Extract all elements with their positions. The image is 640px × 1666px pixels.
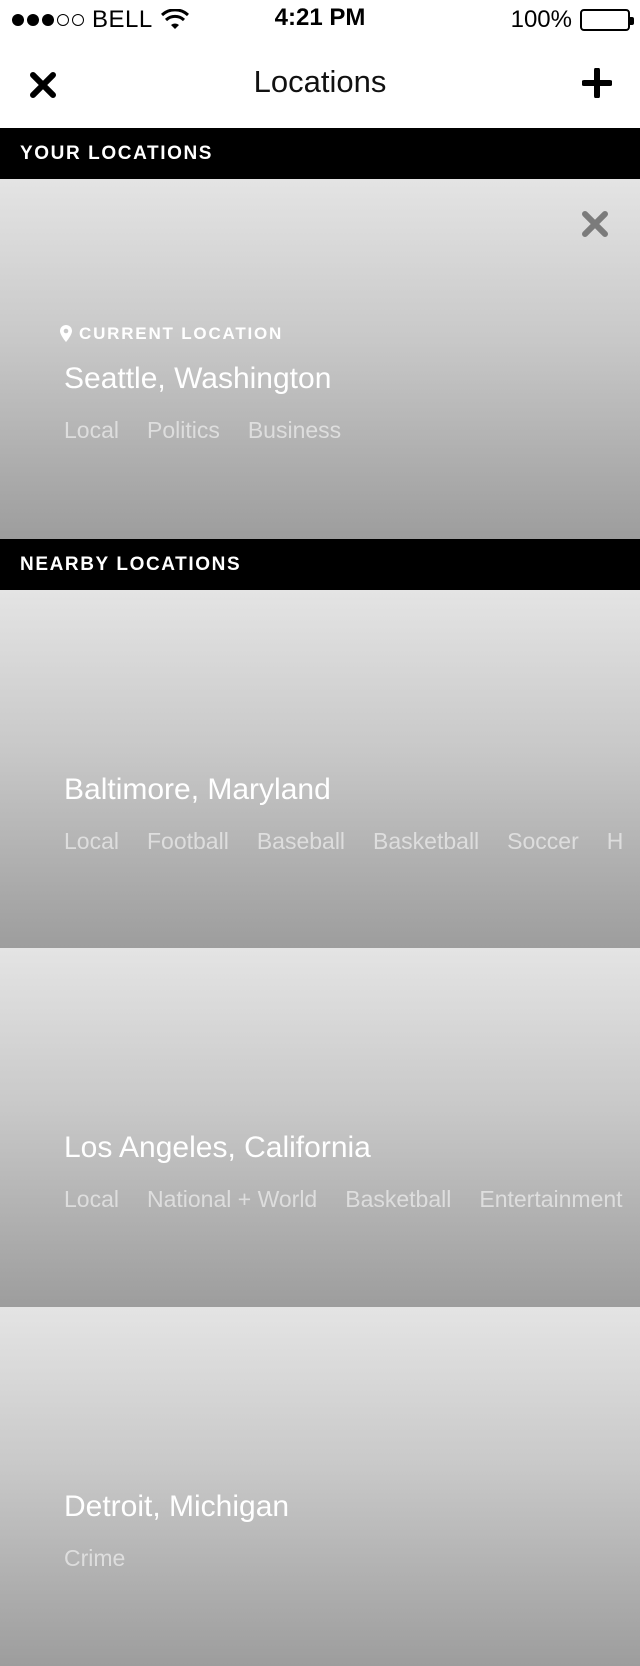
topic-tag[interactable]: H	[607, 828, 624, 855]
topic-tag[interactable]: Local	[64, 417, 119, 444]
topic-tag[interactable]: Local	[64, 1186, 119, 1213]
location-card[interactable]: Baltimore, Maryland Local Football Baseb…	[0, 590, 640, 948]
topic-tag[interactable]: Football	[147, 828, 229, 855]
section-header-nearby-locations: NEARBY LOCATIONS	[0, 539, 640, 590]
city-name: Detroit, Michigan	[64, 1490, 290, 1523]
status-bar: BELL 4:21 PM 100%	[0, 0, 640, 40]
nav-bar: Locations	[0, 40, 640, 128]
topic-list: Local Politics Business	[64, 417, 341, 444]
topic-tag[interactable]: National + World	[147, 1186, 317, 1213]
location-pin-icon	[60, 325, 72, 342]
topic-list: Crime	[64, 1545, 125, 1572]
topic-list: Local Football Baseball Basketball Socce…	[64, 828, 623, 855]
location-card[interactable]: Los Angeles, California Local National +…	[0, 948, 640, 1307]
plus-icon	[582, 68, 612, 98]
city-name: Baltimore, Maryland	[64, 773, 331, 806]
topic-tag[interactable]: Local	[64, 828, 119, 855]
topic-list: Local National + World Basketball Entert…	[64, 1186, 623, 1213]
city-name: Seattle, Washington	[64, 362, 332, 395]
location-card-current[interactable]: CURRENT LOCATION Seattle, Washington Loc…	[0, 179, 640, 539]
section-header-your-locations: YOUR LOCATIONS	[0, 128, 640, 179]
current-location-label: CURRENT LOCATION	[79, 324, 284, 343]
page-title: Locations	[253, 64, 387, 99]
topic-tag[interactable]: Politics	[147, 417, 220, 444]
current-location-badge: CURRENT LOCATION	[60, 324, 283, 344]
topic-tag[interactable]: Baseball	[257, 828, 345, 855]
add-location-button[interactable]	[580, 66, 614, 100]
topic-tag[interactable]: Crime	[64, 1545, 125, 1572]
battery-icon	[580, 9, 634, 31]
topic-tag[interactable]: Soccer	[507, 828, 579, 855]
city-name: Los Angeles, California	[64, 1131, 371, 1164]
location-card[interactable]: Detroit, Michigan Crime	[0, 1307, 640, 1666]
topic-tag[interactable]: Basketball	[345, 1186, 451, 1213]
topic-tag[interactable]: Basketball	[373, 828, 479, 855]
topic-tag[interactable]: Business	[248, 417, 341, 444]
remove-location-button[interactable]	[580, 209, 610, 239]
battery-percent: 100%	[510, 6, 572, 33]
status-right: 100%	[510, 6, 634, 34]
close-icon	[582, 211, 608, 237]
topic-tag[interactable]: Entertainment	[479, 1186, 622, 1213]
